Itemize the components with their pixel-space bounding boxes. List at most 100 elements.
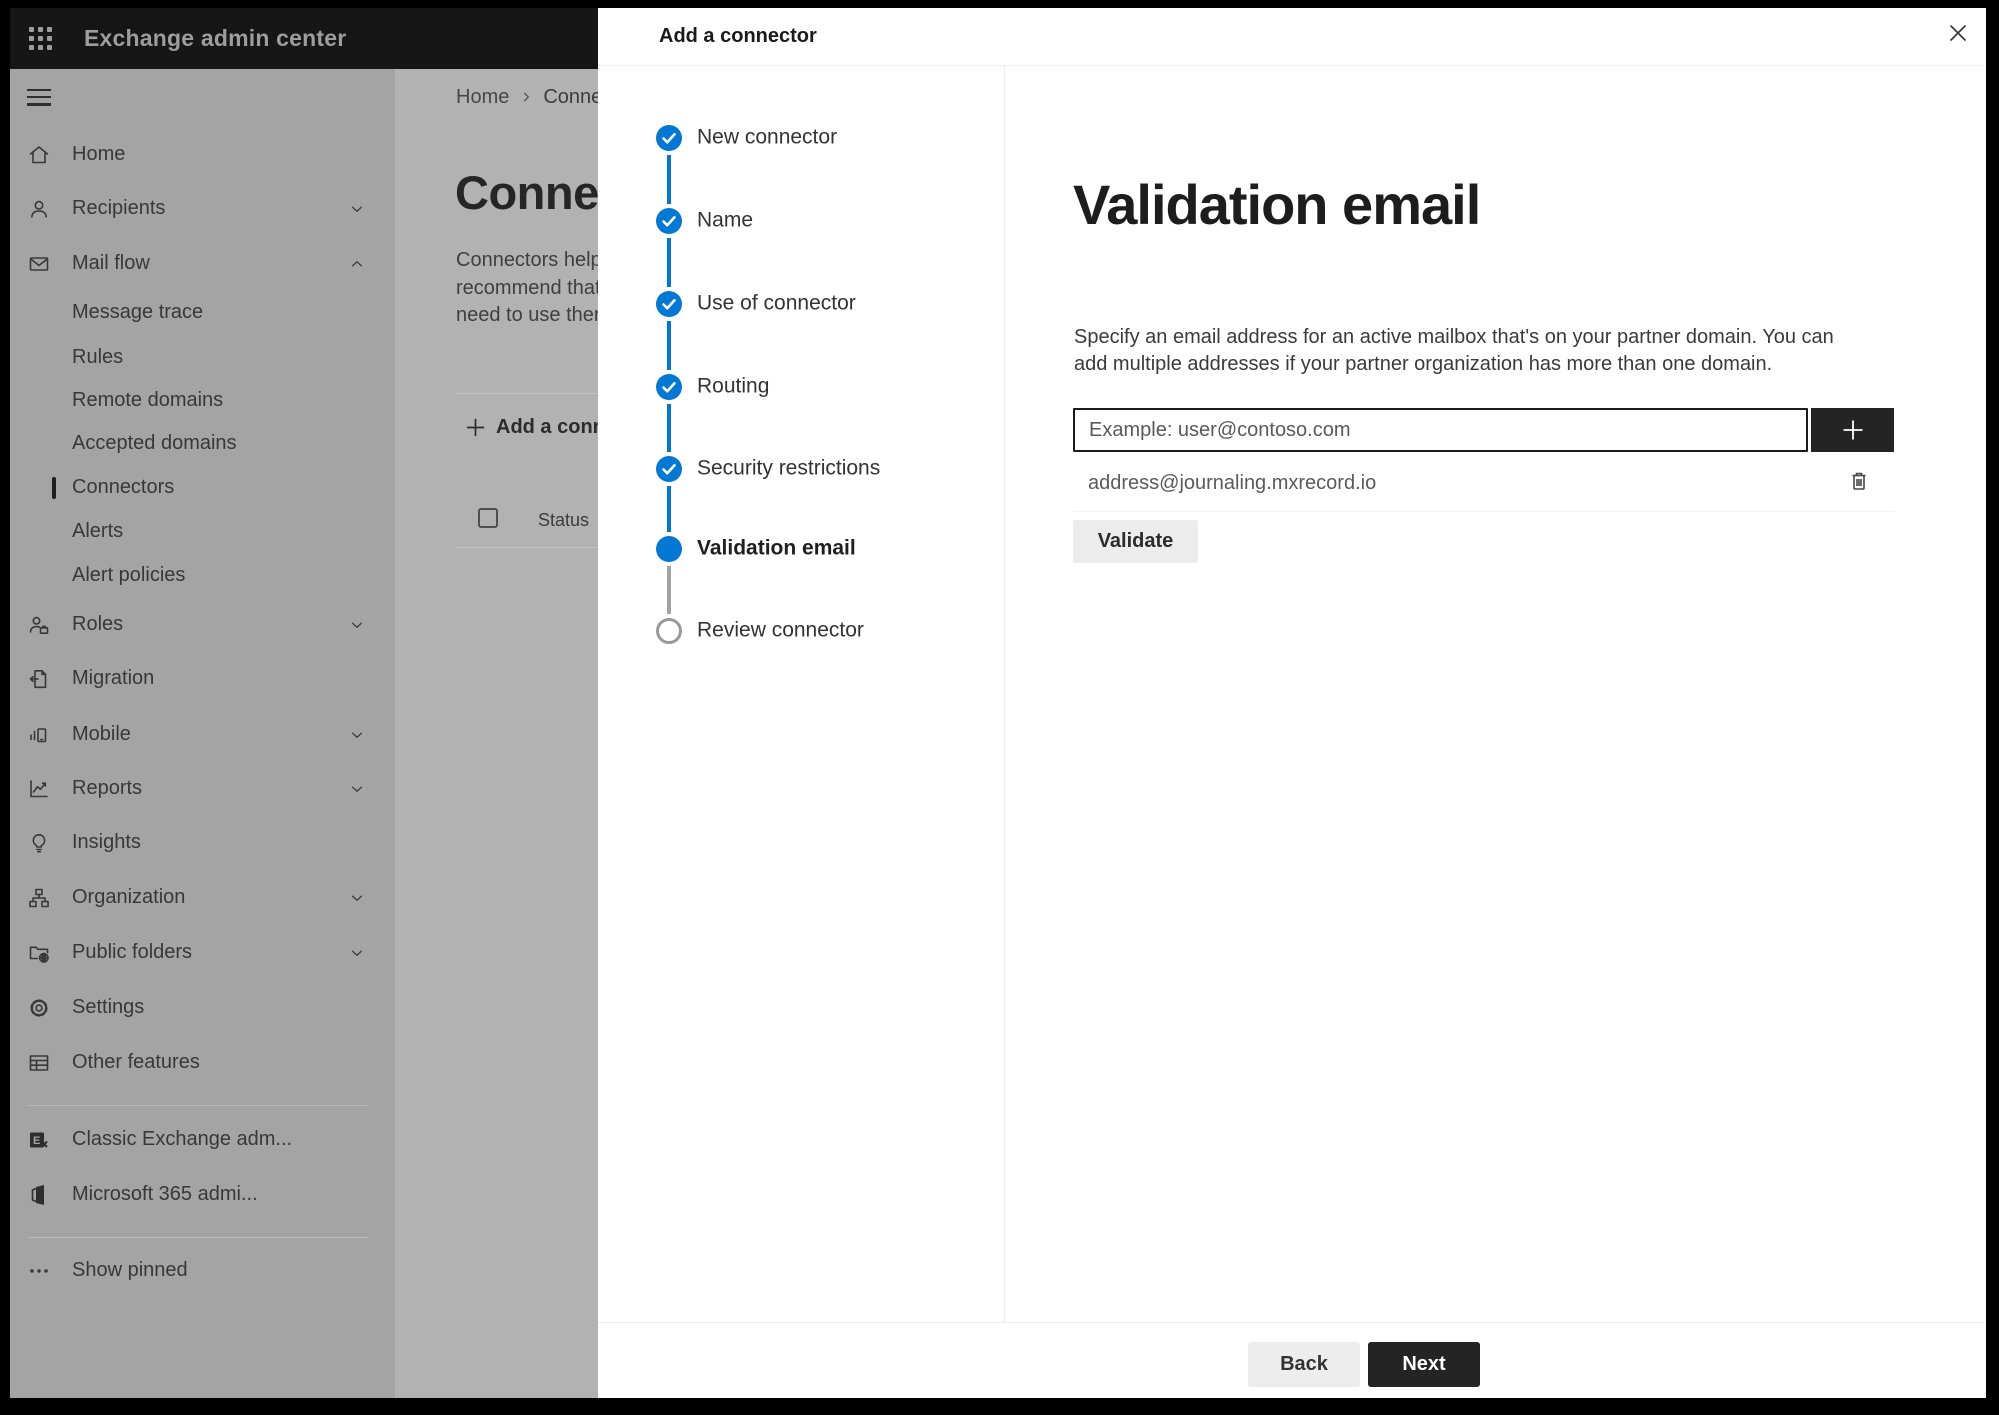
sidebar-item-settings[interactable]: Settings	[10, 990, 395, 1026]
step-check-icon	[656, 456, 682, 482]
sidebar-item-insights[interactable]: Insights	[10, 825, 395, 861]
sidebar-item-mobile[interactable]: Mobile	[10, 717, 395, 753]
app-window: Exchange admin center Home Recipients Mail…	[10, 8, 1986, 1398]
breadcrumb: Home Conne	[456, 85, 602, 109]
add-email-button[interactable]	[1811, 408, 1894, 452]
sidebar: Home Recipients Mail flow Message trace Rule…	[10, 69, 395, 1398]
chevron-down-icon	[348, 889, 366, 907]
public-folders-icon	[27, 941, 51, 965]
sidebar-item-label: Insights	[72, 831, 141, 854]
sidebar-item-rules[interactable]: Rules	[10, 340, 395, 376]
sidebar-item-label: Alerts	[72, 520, 124, 543]
sidebar-item-classic-exchange-adm[interactable]: E Classic Exchange adm...	[10, 1122, 395, 1158]
add-connector-button[interactable]: Add a conn	[464, 409, 605, 445]
back-button[interactable]: Back	[1248, 1342, 1360, 1387]
sidebar-item-label: Microsoft 365 admi...	[72, 1183, 258, 1206]
classic-exchange-icon: E	[27, 1128, 51, 1152]
sidebar-item-label: Roles	[72, 613, 124, 636]
panel-header-divider	[598, 65, 1986, 66]
sidebar-item-roles[interactable]: Roles	[10, 607, 395, 643]
chevron-down-icon	[348, 200, 366, 218]
sidebar-item-microsoft-365-admi[interactable]: Microsoft 365 admi...	[10, 1177, 395, 1213]
step-check-icon	[656, 125, 682, 151]
mobile-icon	[27, 723, 51, 747]
next-button[interactable]: Next	[1368, 1342, 1480, 1387]
sidebar-item-label: Alert policies	[72, 564, 186, 587]
sidebar-item-home[interactable]: Home	[10, 137, 395, 173]
sidebar-divider	[28, 1237, 368, 1238]
sidebar-item-organization[interactable]: Organization	[10, 880, 395, 916]
step-connector	[667, 238, 671, 287]
trash-icon[interactable]	[1844, 466, 1874, 496]
sidebar-item-accepted-domains[interactable]: Accepted domains	[10, 426, 395, 462]
address-row-divider	[1073, 511, 1895, 512]
step-label: Routing	[697, 374, 770, 398]
sidebar-item-message-trace[interactable]: Message trace	[10, 295, 395, 331]
sidebar-divider	[28, 1105, 368, 1106]
close-icon[interactable]	[1941, 16, 1975, 50]
stepper-divider	[1004, 66, 1005, 1322]
insights-icon	[27, 831, 51, 855]
chevron-up-icon	[348, 255, 366, 273]
sidebar-item-mail-flow[interactable]: Mail flow	[10, 246, 395, 282]
sidebar-item-connectors[interactable]: Connectors	[10, 470, 395, 506]
m365-icon	[27, 1183, 51, 1207]
step-connector	[667, 566, 671, 614]
ellipsis-icon	[27, 1259, 51, 1283]
status-column-header: Status	[538, 510, 590, 530]
sidebar-item-alerts[interactable]: Alerts	[10, 514, 395, 550]
sidebar-item-other-features[interactable]: Other features	[10, 1045, 395, 1081]
sidebar-item-label: Show pinned	[72, 1259, 188, 1282]
person-icon	[27, 197, 51, 221]
plus-icon	[466, 418, 485, 436]
hamburger-icon[interactable]	[27, 84, 53, 110]
sidebar-item-label: Home	[72, 143, 126, 166]
breadcrumb-home-link[interactable]: Home	[456, 86, 509, 109]
sidebar-item-alert-policies[interactable]: Alert policies	[10, 558, 395, 594]
sidebar-item-reports[interactable]: Reports	[10, 771, 395, 807]
home-icon	[27, 143, 51, 167]
svg-text:E: E	[33, 1135, 40, 1147]
validation-address-item: address@journaling.mxrecord.io	[1088, 472, 1377, 494]
add-connector-panel: Add a connector New connector Name Use of …	[598, 8, 1986, 1398]
reports-icon	[27, 777, 51, 801]
sidebar-item-remote-domains[interactable]: Remote domains	[10, 383, 395, 419]
settings-icon	[27, 996, 51, 1020]
sidebar-item-label: Settings	[72, 996, 145, 1019]
step-label: New connector	[697, 125, 838, 149]
panel-title: Add a connector	[659, 25, 817, 47]
step-label: Validation email	[697, 536, 856, 560]
select-all-checkbox[interactable]	[478, 508, 498, 528]
step-heading: Validation email	[1073, 173, 1481, 236]
step-label: Security restrictions	[697, 456, 881, 480]
step-label: Name	[697, 208, 754, 232]
chevron-down-icon	[348, 780, 366, 798]
validation-email-input[interactable]	[1073, 408, 1808, 452]
step-label: Use of connector	[697, 291, 856, 315]
sidebar-item-label: Mobile	[72, 723, 131, 746]
sidebar-item-label: Organization	[72, 886, 186, 909]
step-connector	[667, 155, 671, 204]
sidebar-item-label: Migration	[72, 667, 155, 690]
selected-indicator	[52, 477, 56, 499]
other-features-icon	[27, 1051, 51, 1075]
step-current-icon	[656, 536, 682, 562]
sidebar-item-label: Accepted domains	[72, 432, 237, 455]
sidebar-item-show-pinned[interactable]: Show pinned	[10, 1253, 395, 1289]
chevron-down-icon	[348, 616, 366, 634]
sidebar-item-label: Remote domains	[72, 389, 224, 412]
sidebar-item-migration[interactable]: Migration	[10, 661, 395, 697]
sidebar-item-label: Recipients	[72, 197, 166, 220]
step-connector	[667, 404, 671, 452]
panel-footer-divider	[598, 1322, 1986, 1323]
waffle-icon[interactable]	[27, 25, 54, 52]
step-connector	[667, 321, 671, 370]
migration-icon	[27, 667, 51, 691]
sidebar-item-recipients[interactable]: Recipients	[10, 191, 395, 227]
sidebar-item-label: Rules	[72, 346, 124, 369]
organization-icon	[27, 886, 51, 910]
sidebar-item-label: Message trace	[72, 301, 204, 324]
validate-button[interactable]: Validate	[1073, 520, 1198, 563]
sidebar-item-public-folders[interactable]: Public folders	[10, 935, 395, 971]
sidebar-item-label: Connectors	[72, 476, 175, 499]
